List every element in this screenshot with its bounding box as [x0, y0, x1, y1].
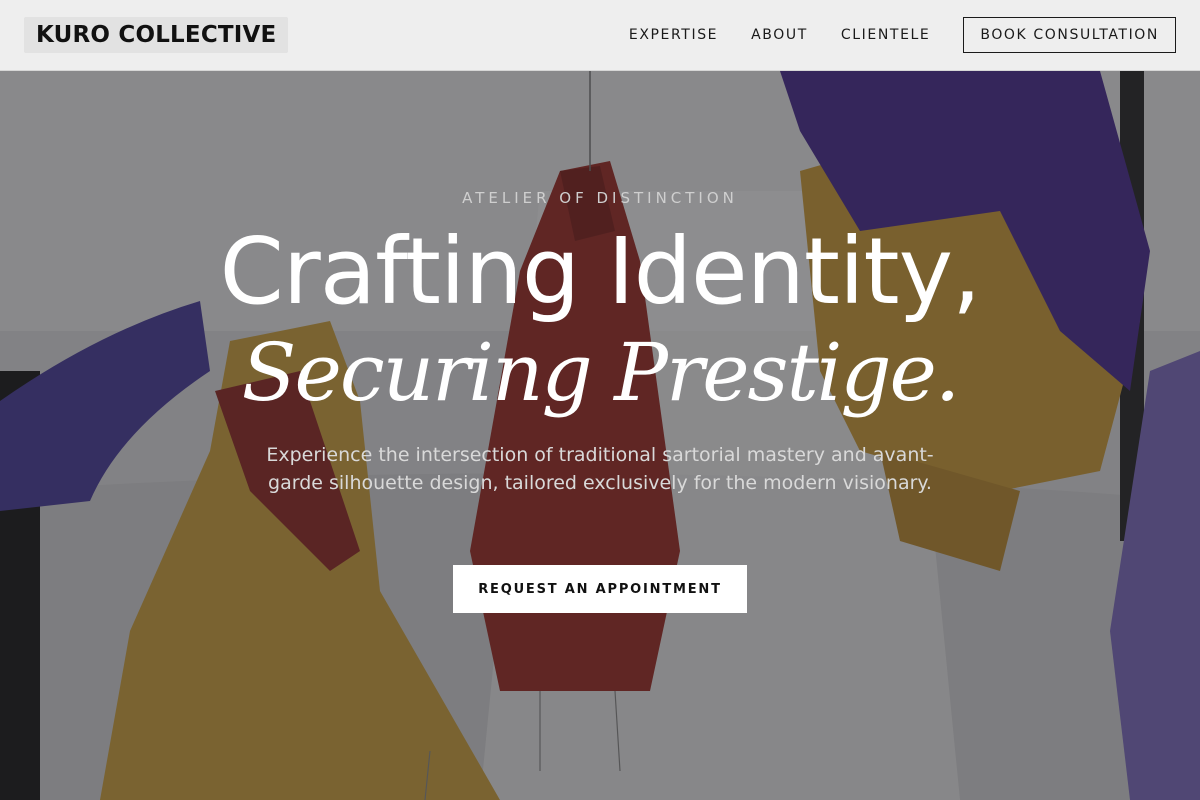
- hero-section: ATELIER OF DISTINCTION Crafting Identity…: [0, 71, 1200, 800]
- navbar: KURO COLLECTIVE EXPERTISE ABOUT CLIENTEL…: [0, 0, 1200, 71]
- nav-link-clientele[interactable]: CLIENTELE: [841, 27, 930, 43]
- hero-eyebrow: ATELIER OF DISTINCTION: [462, 189, 738, 207]
- nav-links: EXPERTISE ABOUT CLIENTELE BOOK CONSULTAT…: [629, 16, 1176, 54]
- hero-dark-overlay: [0, 71, 1200, 800]
- nav-link-expertise[interactable]: EXPERTISE: [629, 27, 718, 43]
- hero-headline-line2: Securing Prestige.: [241, 326, 961, 419]
- nav-link-about[interactable]: ABOUT: [751, 27, 808, 43]
- hero-headline-line1: Crafting Identity,: [219, 218, 982, 325]
- book-consultation-button[interactable]: BOOK CONSULTATION: [963, 17, 1176, 53]
- request-appointment-button[interactable]: REQUEST AN APPOINTMENT: [453, 565, 747, 613]
- brand-logo[interactable]: KURO COLLECTIVE: [24, 17, 289, 53]
- hero-description: Experience the intersection of tradition…: [266, 444, 934, 494]
